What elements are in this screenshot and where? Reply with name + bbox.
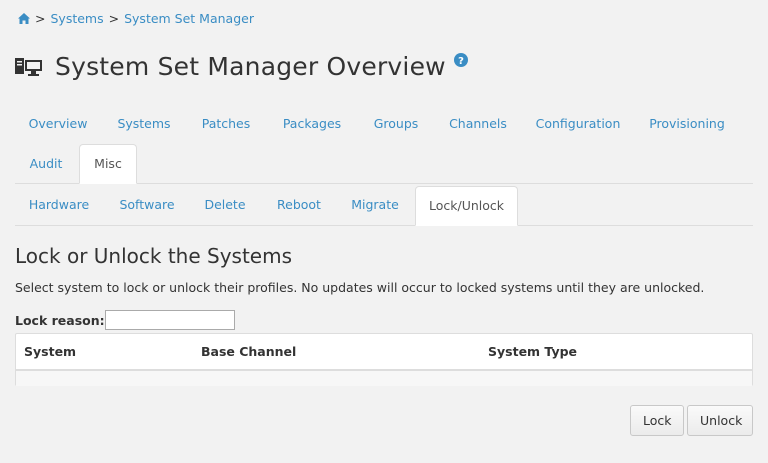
section-title: Lock or Unlock the Systems xyxy=(15,244,293,268)
svg-text:?: ? xyxy=(458,56,464,67)
tab-hardware[interactable]: Hardware xyxy=(15,186,103,224)
tab-packages[interactable]: Packages xyxy=(269,105,355,143)
unlock-button[interactable]: Unlock xyxy=(687,405,753,436)
tab-overview[interactable]: Overview xyxy=(15,105,101,143)
table-header: System Base Channel System Type xyxy=(16,334,752,371)
primary-tabs: Overview Systems Patches Packages Groups… xyxy=(15,105,753,184)
tab-systems[interactable]: Systems xyxy=(105,105,183,143)
tab-channels[interactable]: Channels xyxy=(437,105,519,143)
breadcrumb-separator: > xyxy=(35,11,46,26)
lock-reason-row: Lock reason: xyxy=(15,310,235,330)
page-title: System Set Manager Overview xyxy=(55,52,446,81)
tab-provisioning[interactable]: Provisioning xyxy=(637,105,737,143)
column-header-base-channel[interactable]: Base Channel xyxy=(201,334,296,369)
tab-audit[interactable]: Audit xyxy=(15,145,77,183)
question-circle-icon[interactable]: ? xyxy=(453,52,468,71)
tab-configuration[interactable]: Configuration xyxy=(525,105,631,143)
column-header-system-type[interactable]: System Type xyxy=(488,334,577,369)
home-icon[interactable] xyxy=(18,13,30,24)
tab-delete[interactable]: Delete xyxy=(191,186,259,224)
tab-patches[interactable]: Patches xyxy=(187,105,265,143)
lock-reason-input[interactable] xyxy=(104,310,235,330)
breadcrumb-system-set-manager[interactable]: System Set Manager xyxy=(124,11,254,26)
breadcrumb-systems[interactable]: Systems xyxy=(50,11,103,26)
breadcrumb-separator: > xyxy=(108,11,120,26)
tab-groups[interactable]: Groups xyxy=(359,105,433,143)
tab-lock-unlock[interactable]: Lock/Unlock xyxy=(415,186,518,226)
tab-misc[interactable]: Misc xyxy=(79,144,137,184)
secondary-tabs: Hardware Software Delete Reboot Migrate … xyxy=(15,186,753,226)
table-body xyxy=(16,371,752,386)
systems-table: System Base Channel System Type xyxy=(15,333,753,386)
tab-reboot[interactable]: Reboot xyxy=(263,186,335,224)
lock-button[interactable]: Lock xyxy=(630,405,684,436)
tab-software[interactable]: Software xyxy=(107,186,187,224)
section-description: Select system to lock or unlock their pr… xyxy=(15,280,705,295)
tab-migrate[interactable]: Migrate xyxy=(339,186,411,224)
lock-reason-label: Lock reason: xyxy=(15,312,105,328)
desktop-system-icon xyxy=(15,56,43,78)
breadcrumb: > Systems > System Set Manager xyxy=(18,11,254,26)
page-header: System Set Manager Overview ? xyxy=(15,52,468,81)
column-header-system[interactable]: System xyxy=(24,334,76,369)
